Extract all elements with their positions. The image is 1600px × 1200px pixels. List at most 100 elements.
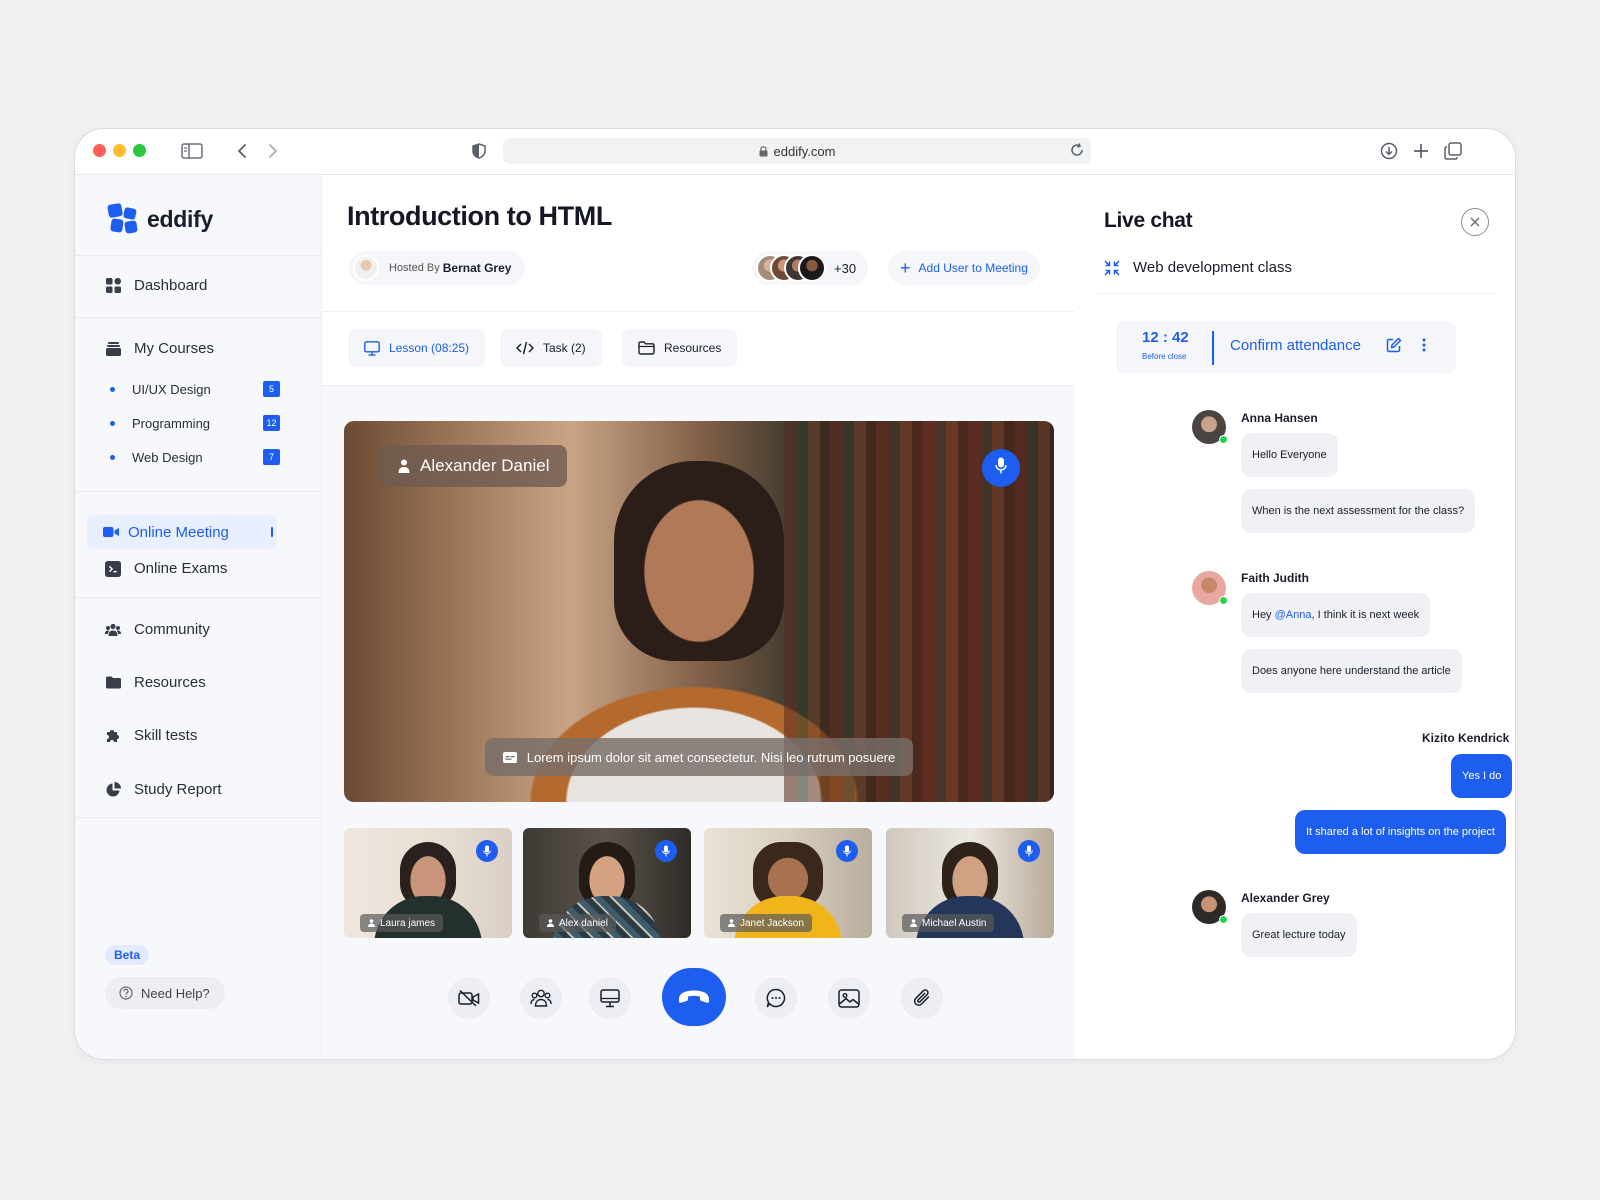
download-icon[interactable] — [1377, 139, 1401, 163]
bullet — [110, 421, 115, 426]
video-icon — [103, 524, 119, 540]
participant-name: Michael Austin — [922, 917, 987, 929]
tab-resources[interactable]: Resources — [622, 329, 738, 367]
close-window-button[interactable] — [93, 144, 106, 157]
sidebar-item-community[interactable]: Community — [105, 621, 210, 638]
microphone-icon — [995, 457, 1007, 480]
new-tab-icon[interactable] — [1409, 139, 1433, 163]
sidebar-item-online-exams[interactable]: Online Exams — [105, 560, 227, 577]
sidebar-item-dashboard[interactable]: Dashboard — [105, 277, 207, 294]
avatar — [798, 254, 826, 282]
mention-link[interactable]: @Anna — [1275, 609, 1312, 621]
bullet — [110, 387, 115, 392]
count-badge: 12 — [263, 415, 280, 431]
attach-file-button[interactable] — [901, 977, 943, 1019]
sidebar-item-online-meeting[interactable]: Online Meeting — [87, 515, 277, 549]
sidebar-toggle-icon[interactable] — [180, 139, 204, 163]
sidebar-item-resources[interactable]: Resources — [105, 674, 206, 691]
participant-tile[interactable]: Laura james — [344, 828, 512, 938]
confirm-attendance-button[interactable]: Confirm attendance — [1230, 337, 1361, 354]
code-icon — [516, 341, 534, 355]
close-chat-button[interactable] — [1461, 208, 1489, 236]
chat-button[interactable] — [755, 977, 797, 1019]
participants-button[interactable] — [520, 977, 562, 1019]
tab-lesson[interactable]: Lesson (08:25) — [348, 329, 486, 367]
speaker-mic-button[interactable] — [982, 449, 1020, 487]
speaker-name: Alexander Daniel — [420, 456, 550, 475]
count-badge: 5 — [263, 381, 280, 397]
hosted-by-label: Hosted By — [389, 262, 440, 274]
participant-tile[interactable]: Michael Austin — [886, 828, 1054, 938]
end-call-button[interactable] — [662, 968, 726, 1026]
live-chat-panel: Live chat Web development class 12 : 42 … — [1074, 175, 1515, 1059]
participant-mic-button[interactable] — [476, 840, 498, 862]
countdown-timer: 12 : 42 — [1142, 329, 1189, 346]
shield-icon[interactable] — [467, 139, 491, 163]
logo-text: eddify — [147, 205, 213, 232]
screen-share-icon — [600, 988, 620, 1007]
participant-mic-button[interactable] — [1018, 840, 1040, 862]
forward-icon[interactable] — [261, 139, 285, 163]
user-icon — [547, 919, 554, 927]
add-user-button[interactable]: + Add User to Meeting — [888, 251, 1040, 285]
terminal-icon — [105, 560, 121, 577]
logo[interactable]: eddify — [107, 203, 213, 235]
countdown-label: Before close — [1142, 352, 1187, 361]
message-author: Kizito Kendrick — [1422, 731, 1510, 745]
lock-icon — [759, 145, 768, 157]
logo-mark-icon — [107, 203, 138, 234]
course-item-uiux-design[interactable]: UI/UX Design 5 — [110, 381, 280, 397]
online-indicator — [1219, 915, 1228, 924]
participant-name-tag: Laura james — [360, 914, 444, 932]
tab-task[interactable]: Task (2) — [500, 329, 602, 367]
share-image-button[interactable] — [828, 977, 870, 1019]
video-off-icon — [458, 989, 480, 1007]
participants-group[interactable]: +30 — [752, 251, 869, 285]
participant-name: Janet Jackson — [740, 917, 804, 929]
participant-name-tag: Janet Jackson — [720, 914, 812, 932]
participant-mic-button[interactable] — [836, 840, 858, 862]
chat-message: When is the next assessment for the clas… — [1241, 489, 1476, 533]
chat-message: Yes I do — [1451, 754, 1513, 798]
microphone-icon — [843, 845, 851, 857]
edit-icon[interactable] — [1386, 337, 1402, 353]
user-icon — [728, 919, 735, 927]
tabs-overview-icon[interactable] — [1441, 139, 1465, 163]
sidebar-item-skill-tests[interactable]: Skill tests — [105, 727, 197, 744]
divider — [75, 597, 321, 598]
course-item-web-design[interactable]: Web Design 7 — [110, 449, 280, 465]
microphone-icon — [483, 845, 491, 857]
participant-mic-button[interactable] — [655, 840, 677, 862]
sidebar: eddify Dashboard My Courses UI/UX Design… — [75, 175, 322, 1059]
sidebar-item-my-courses[interactable]: My Courses — [105, 340, 214, 357]
address-bar[interactable]: eddify.com — [503, 138, 1091, 164]
chat-message: Hey @Anna, I think it is next week — [1241, 593, 1431, 637]
main-video[interactable]: Alexander Daniel Lorem ipsum dolor sit a… — [344, 421, 1054, 802]
participant-tile[interactable]: Janet Jackson — [704, 828, 872, 938]
pie-chart-icon — [105, 782, 121, 798]
folder-icon — [105, 675, 121, 691]
sidebar-item-study-report[interactable]: Study Report — [105, 781, 222, 798]
reload-icon[interactable] — [1069, 142, 1085, 158]
host-chip[interactable]: Hosted By Bernat Grey — [349, 251, 526, 285]
sidebar-item-label: Community — [134, 621, 210, 638]
divider — [75, 255, 321, 256]
stack-icon — [105, 341, 121, 357]
share-screen-button[interactable] — [589, 977, 631, 1019]
back-icon[interactable] — [230, 139, 254, 163]
chat-channel[interactable]: Web development class — [1104, 259, 1292, 276]
maximize-window-button[interactable] — [133, 144, 146, 157]
more-options-icon[interactable] — [1422, 337, 1426, 353]
online-indicator — [1219, 596, 1228, 605]
need-help-button[interactable]: Need Help? — [105, 977, 225, 1009]
toggle-video-button[interactable] — [448, 977, 490, 1019]
sidebar-item-label: Dashboard — [134, 277, 208, 294]
participant-tile[interactable]: Alex daniel — [523, 828, 691, 938]
message-text: , I think it is next week — [1311, 609, 1420, 621]
divider — [75, 817, 321, 818]
message-author: Alexander Grey — [1241, 891, 1330, 905]
minimize-window-button[interactable] — [113, 144, 126, 157]
participant-name-tag: Michael Austin — [902, 914, 995, 932]
participants-count: +30 — [834, 260, 857, 276]
course-item-programming[interactable]: Programming 12 — [110, 415, 280, 431]
